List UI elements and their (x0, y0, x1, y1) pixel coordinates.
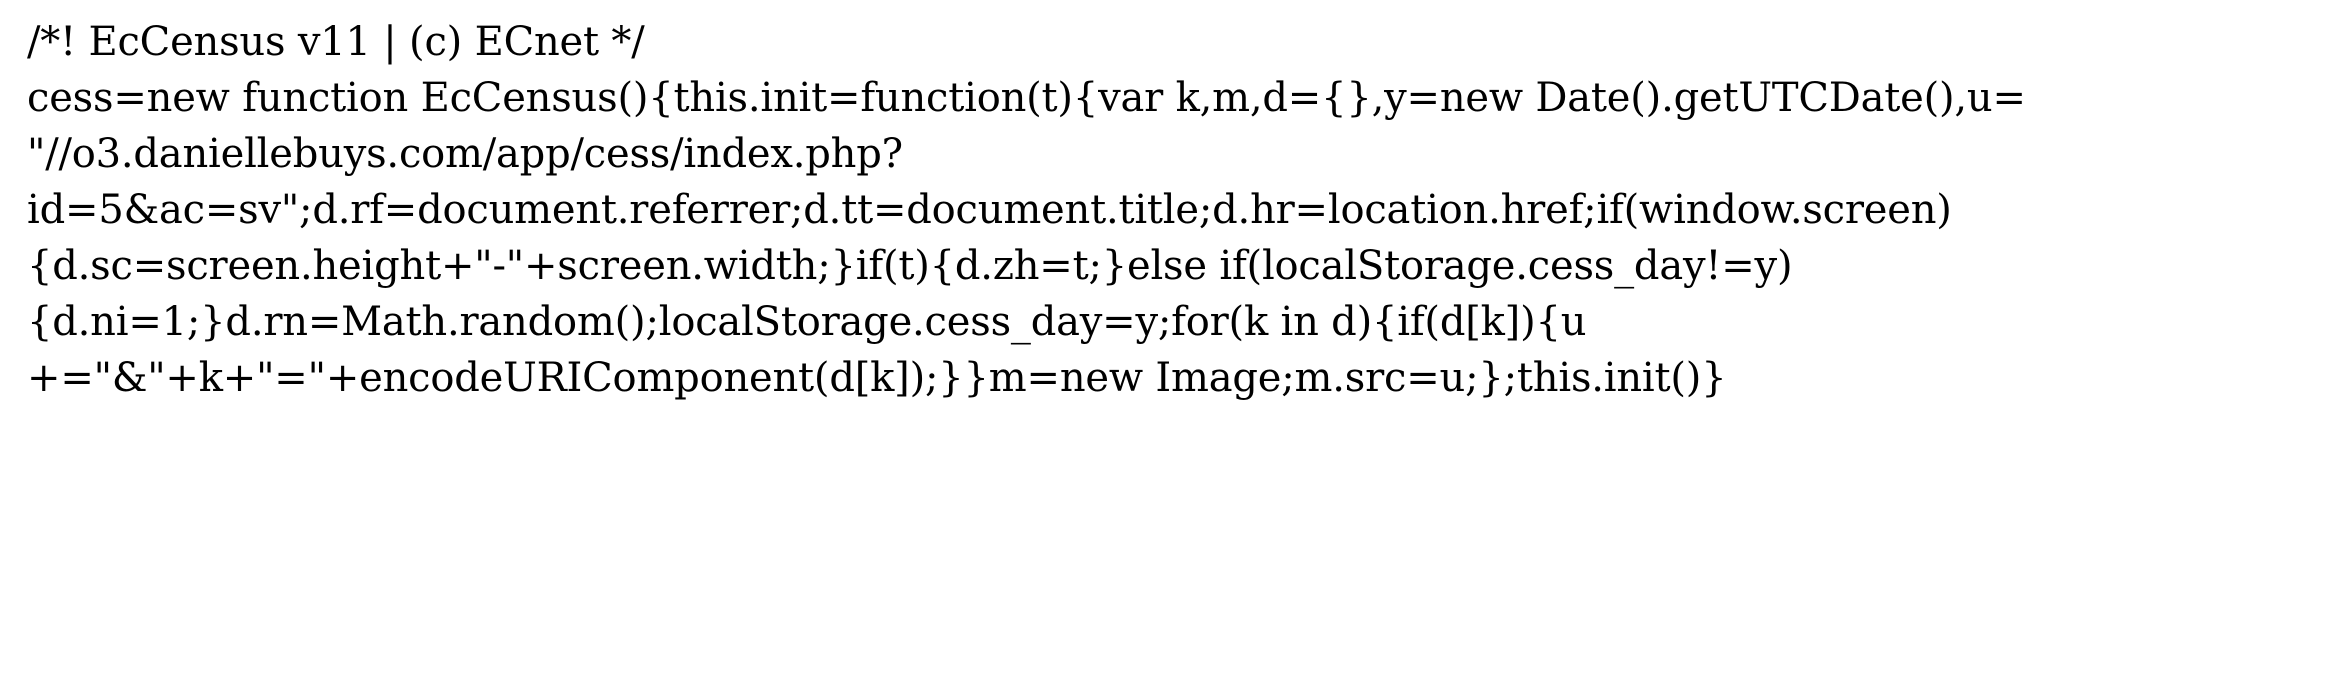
source-line: {d.sc=screen.height+"-"+screen.width;}if… (27, 243, 1793, 289)
source-line: cess=new function EcCensus(){this.init=f… (27, 75, 2026, 121)
script-source-text: /*! EcCensus v11 | (c) ECnet */ cess=new… (27, 14, 2327, 406)
source-line: "//o3.daniellebuys.com/app/cess/index.ph… (27, 131, 903, 177)
source-line: id=5&ac=sv";d.rf=document.referrer;d.tt=… (27, 187, 1952, 233)
source-line: {d.ni=1;}d.rn=Math.random();localStorage… (27, 299, 1587, 345)
source-line: +="&"+k+"="+encodeURIComponent(d[k]);}}m… (27, 355, 1727, 401)
source-line-comment: /*! EcCensus v11 | (c) ECnet */ (27, 19, 645, 65)
